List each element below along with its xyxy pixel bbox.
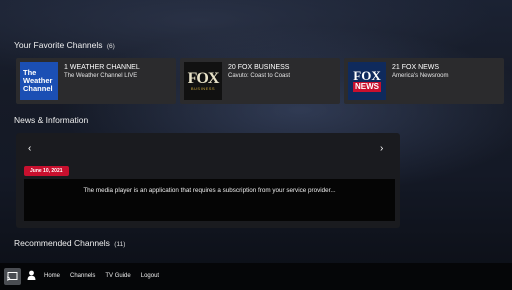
recommended-count: (11) — [114, 241, 126, 248]
logo-text: FOX — [353, 68, 381, 83]
prev-arrow-icon[interactable]: ‹ — [28, 143, 31, 154]
news-heading: News & Information — [14, 115, 89, 125]
nav-home[interactable]: Home — [44, 273, 60, 279]
bottom-nav-bar: Home Channels TV Guide Logout — [0, 263, 512, 290]
fox-business-logo: FOX BUSINESS — [184, 62, 222, 100]
channel-title: 21 FOX NEWS — [392, 64, 440, 71]
news-player: ‹ › June 10, 2021 The media player is an… — [16, 133, 400, 228]
channel-title: 1 WEATHER CHANNEL — [64, 64, 140, 71]
channel-show: The Weather Channel LIVE — [64, 73, 138, 79]
nav-menu: Home Channels TV Guide Logout — [44, 273, 159, 279]
nav-channels[interactable]: Channels — [70, 273, 95, 279]
channel-show: America's Newsroom — [392, 73, 449, 79]
next-arrow-icon[interactable]: › — [380, 143, 383, 154]
fox-news-logo: FOX NEWS — [348, 62, 386, 100]
cast-button[interactable] — [4, 268, 21, 285]
player-message: The media player is an application that … — [24, 179, 395, 221]
logo-text: FOX — [187, 69, 220, 87]
channel-card-fox-news[interactable]: FOX NEWS 21 FOX NEWS America's Newsroom — [344, 58, 504, 104]
recommended-heading: Recommended Channels (11) — [14, 238, 125, 248]
favorites-count: (6) — [106, 43, 115, 50]
cast-icon — [7, 272, 18, 281]
favorites-heading: Your Favorite Channels (6) — [14, 40, 115, 50]
logo-text: NEWS — [353, 82, 381, 92]
weather-channel-logo: The Weather Channel — [20, 62, 58, 100]
channel-card-fox-business[interactable]: FOX BUSINESS 20 FOX BUSINESS Cavuto: Coa… — [180, 58, 340, 104]
logo-text: Channel — [23, 84, 53, 93]
favorites-title: Your Favorite Channels — [14, 40, 103, 50]
nav-tv-guide[interactable]: TV Guide — [105, 273, 130, 279]
channel-title: 20 FOX BUSINESS — [228, 64, 290, 71]
favorite-channels-row: The Weather Channel 1 WEATHER CHANNEL Th… — [16, 58, 504, 104]
date-badge: June 10, 2021 — [24, 166, 69, 176]
user-icon[interactable] — [27, 270, 36, 280]
channel-show: Cavuto: Coast to Coast — [228, 73, 291, 79]
logo-text: BUSINESS — [190, 85, 216, 91]
recommended-title: Recommended Channels — [14, 238, 110, 248]
channel-card-weather[interactable]: The Weather Channel 1 WEATHER CHANNEL Th… — [16, 58, 176, 104]
nav-logout[interactable]: Logout — [141, 273, 159, 279]
